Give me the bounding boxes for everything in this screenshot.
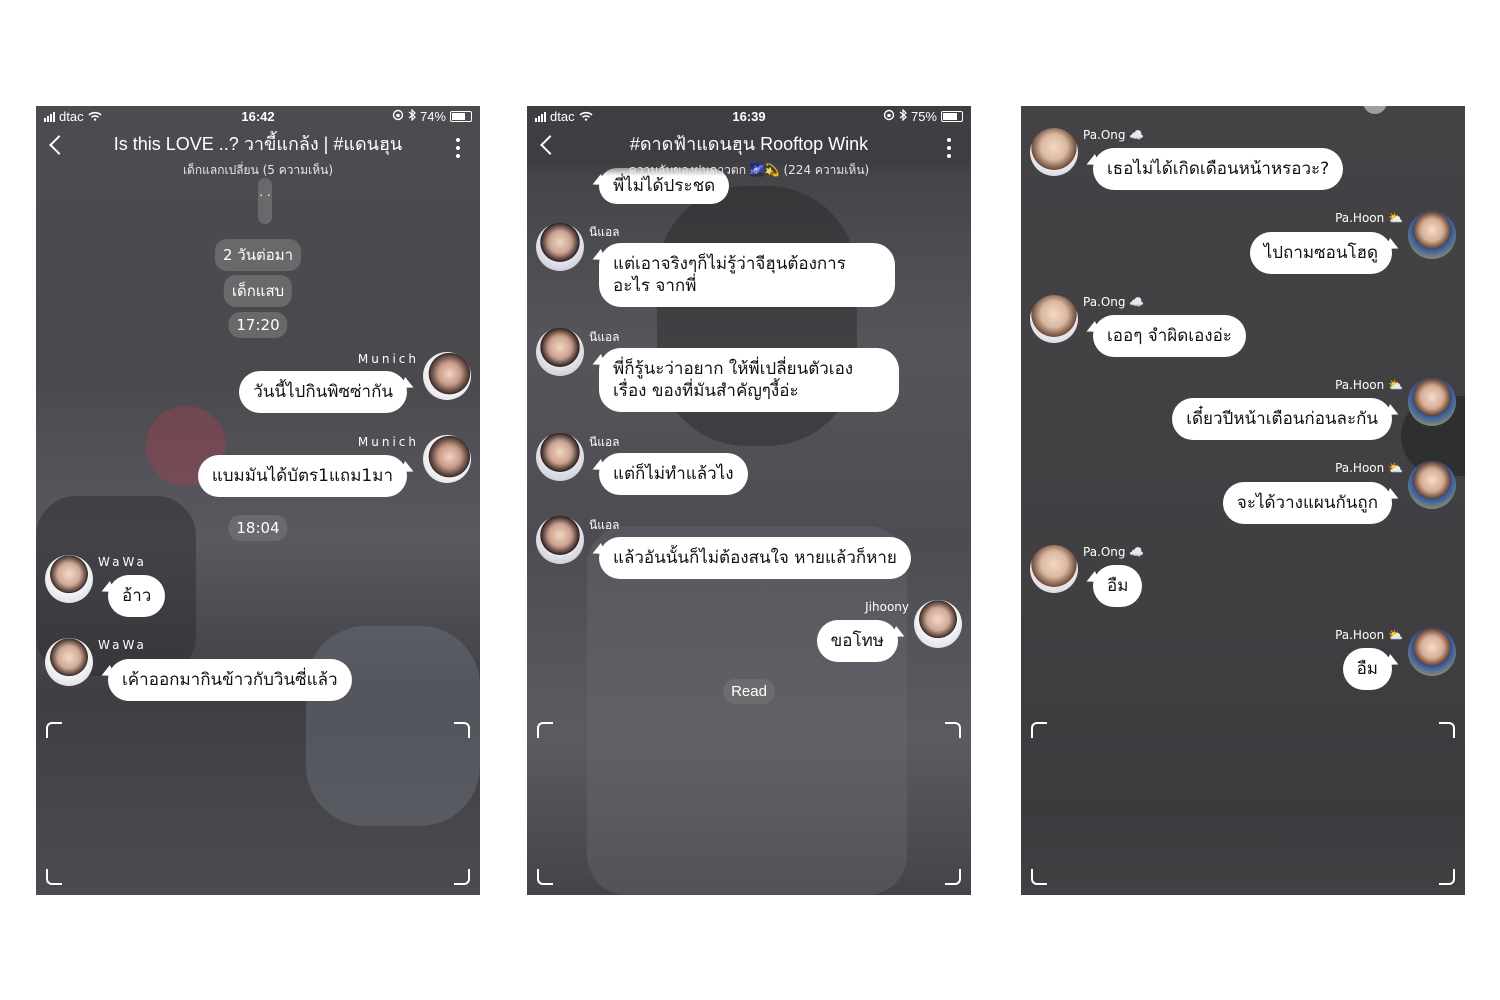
frame-corner-icon bbox=[1031, 722, 1047, 738]
avatar bbox=[45, 555, 93, 603]
avatar bbox=[1408, 461, 1456, 509]
frame-corner-icon bbox=[945, 869, 961, 885]
avatar bbox=[1030, 295, 1078, 343]
avatar bbox=[914, 600, 962, 648]
more-vertical-icon[interactable] bbox=[456, 138, 462, 158]
frame-corner-icon bbox=[454, 869, 470, 885]
sender-name: นีแอล bbox=[589, 225, 620, 239]
sender-name: Munich bbox=[357, 435, 419, 449]
avatar bbox=[536, 328, 584, 376]
message-bubble: แต่เอาจริงๆก็ไม่รู้ว่าจีฮุนต้องการอะไร จ… bbox=[599, 243, 895, 307]
read-receipt: Read bbox=[723, 679, 775, 704]
sender-name: Pa.Ong ☁️ bbox=[1083, 295, 1145, 309]
frame-corner-icon bbox=[945, 722, 961, 738]
message-bubble: อืม bbox=[1093, 565, 1143, 607]
sender-name: นีแอล bbox=[589, 435, 620, 449]
frame-corner-icon bbox=[454, 722, 470, 738]
timestamp-pill: 17:20 bbox=[228, 312, 288, 338]
frame-corner-icon bbox=[1439, 869, 1455, 885]
message-bubble: วันนี้ไปกินพิซซ่ากัน bbox=[239, 371, 407, 413]
message-bubble: แล้วอันนั้นก็ไม่ต้องสนใจ หายแล้วก็หาย bbox=[599, 537, 911, 579]
message-bubble: แบมมันได้บัตร1แถม1มา bbox=[197, 455, 407, 497]
battery-icon bbox=[450, 111, 472, 122]
frame-corner-icon bbox=[1439, 722, 1455, 738]
message-bubble: แต่ก็ไม่ทำแล้วไง bbox=[599, 453, 748, 495]
battery-percent: 74% bbox=[419, 109, 446, 124]
ellipsis-pill: . . bbox=[258, 178, 272, 224]
sender-name: นีแอล bbox=[589, 330, 620, 344]
chat-header: Is this LOVE ..? วาขี้แกล้ง | #แดนฮุน เด… bbox=[36, 126, 480, 177]
sender-name: Jihoony bbox=[865, 600, 909, 614]
battery-icon bbox=[941, 111, 963, 122]
avatar bbox=[423, 435, 471, 483]
sender-name: WaWa bbox=[98, 555, 147, 569]
frame-corner-icon bbox=[46, 869, 62, 885]
message-bubble: เออๆ จำผิดเองอ่ะ bbox=[1093, 315, 1246, 357]
chat-screen-3: Pa.Ong ☁️ เธอไม่ได้เกิดเดือนหน้าหรอวะ? P… bbox=[1021, 106, 1465, 895]
avatar bbox=[1408, 628, 1456, 676]
frame-corner-icon bbox=[1031, 869, 1047, 885]
scroll-indicator-circle bbox=[1363, 106, 1387, 114]
message-bubble: เค้าออกมากินข้าวกับวินซี่แล้ว bbox=[108, 659, 352, 701]
avatar bbox=[45, 638, 93, 686]
status-bar: dtac 16:42 74% bbox=[36, 106, 480, 128]
avatar bbox=[536, 433, 584, 481]
bluetooth-icon bbox=[408, 108, 416, 124]
avatar bbox=[1030, 545, 1078, 593]
chat-header: #ดาดฟ้าแดนฮุน Rooftop Wink ความลับของฝนด… bbox=[527, 126, 971, 177]
avatar bbox=[423, 352, 471, 400]
sender-name: Pa.Ong ☁️ bbox=[1083, 545, 1145, 559]
avatar bbox=[536, 223, 584, 271]
more-vertical-icon[interactable] bbox=[947, 138, 953, 158]
battery-percent: 75% bbox=[910, 109, 937, 124]
message-bubble: พี่ก็รู้นะว่าอยาก ให้พี่เปลี่ยนตัวเองเรื… bbox=[599, 348, 899, 412]
frame-corner-icon bbox=[46, 722, 62, 738]
status-bar: dtac 16:39 75% bbox=[527, 106, 971, 128]
sender-name: นีแอล bbox=[589, 518, 620, 532]
chat-title: Is this LOVE ..? วาขี้แกล้ง | #แดนฮุน bbox=[113, 134, 403, 154]
frame-corner-icon bbox=[537, 722, 553, 738]
avatar bbox=[536, 516, 584, 564]
sender-name: Pa.Ong ☁️ bbox=[1083, 128, 1145, 142]
chat-title: #ดาดฟ้าแดนฮุน Rooftop Wink bbox=[629, 134, 869, 154]
sender-name: Pa.Hoon ⛅ bbox=[1335, 628, 1403, 642]
timestamp-pill: 18:04 bbox=[228, 515, 288, 541]
bluetooth-icon bbox=[899, 108, 907, 124]
sender-name: Pa.Hoon ⛅ bbox=[1335, 461, 1403, 475]
message-bubble: อ้าว bbox=[108, 575, 166, 617]
chat-subtitle: ความลับของฝนดาวตก 🌌💫 (224 ความเห็น) bbox=[628, 163, 870, 177]
frame-corner-icon bbox=[537, 869, 553, 885]
sender-name: Pa.Hoon ⛅ bbox=[1335, 211, 1403, 225]
sender-name: Pa.Hoon ⛅ bbox=[1335, 378, 1403, 392]
message-bubble: ไปถามซอนโฮดู bbox=[1249, 232, 1392, 274]
background-photo-jacket bbox=[587, 526, 907, 895]
chat-screen-2: dtac 16:39 75% พี่ไม่ได้ประชด #ดาดฟ้าแดน… bbox=[527, 106, 971, 895]
background-floor bbox=[1021, 821, 1465, 895]
message-bubble: อืม bbox=[1342, 648, 1392, 690]
chat-screen-1: dtac 16:42 74% Is this LOVE ..? วาขี้แกล… bbox=[36, 106, 480, 895]
avatar bbox=[1408, 211, 1456, 259]
sender-name: Munich bbox=[357, 352, 419, 366]
message-bubble: เดี๋ยวปีหน้าเตือนก่อนละกัน bbox=[1172, 398, 1392, 440]
sender-name: WaWa bbox=[98, 638, 147, 652]
chat-subtitle: เด็กแลกเปลี่ยน (5 ความเห็น) bbox=[182, 163, 334, 177]
avatar bbox=[1030, 128, 1078, 176]
scene-name-pill: เด็กแสบ bbox=[223, 275, 293, 307]
message-bubble: ขอโทษ bbox=[816, 620, 898, 662]
rotation-lock-icon bbox=[883, 109, 895, 124]
time-skip-pill: 2 วันต่อมา bbox=[214, 239, 302, 271]
avatar bbox=[1408, 378, 1456, 426]
message-bubble: จะได้วางแผนกันถูก bbox=[1222, 482, 1392, 524]
message-bubble: เธอไม่ได้เกิดเดือนหน้าหรอวะ? bbox=[1093, 148, 1344, 190]
rotation-lock-icon bbox=[392, 109, 404, 124]
